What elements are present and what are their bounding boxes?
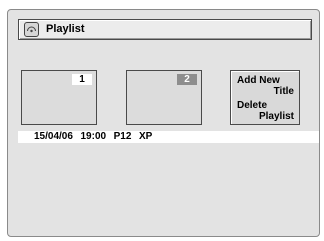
add-new-label: Add New	[237, 75, 280, 86]
thumbnail-number: 2	[177, 74, 197, 85]
recording-date: 15/04/06	[34, 131, 73, 142]
page-title: Playlist	[46, 23, 85, 35]
playlist-screen: Playlist 1 2 Add New Title Delete Playli…	[7, 9, 320, 237]
playlist-thumbnail-2[interactable]: 2	[126, 70, 202, 125]
recording-info: 15/04/06 19:00 P12 XP	[34, 131, 152, 143]
playlist-label: Playlist	[258, 111, 294, 122]
delete-label: Delete	[237, 100, 268, 111]
disc-icon	[24, 22, 39, 37]
program-number: P12	[113, 131, 132, 142]
recording-mode: XP	[139, 131, 153, 142]
recording-time: 19:00	[80, 131, 107, 142]
info-bar: 15/04/06 19:00 P12 XP	[18, 131, 319, 143]
title-bar: Playlist	[18, 19, 312, 40]
playlist-thumbnail-1[interactable]: 1	[21, 70, 97, 125]
thumbnail-number: 1	[72, 74, 92, 85]
edit-menu: Add New Title Delete Playlist	[230, 70, 300, 125]
title-label: Title	[273, 86, 294, 97]
